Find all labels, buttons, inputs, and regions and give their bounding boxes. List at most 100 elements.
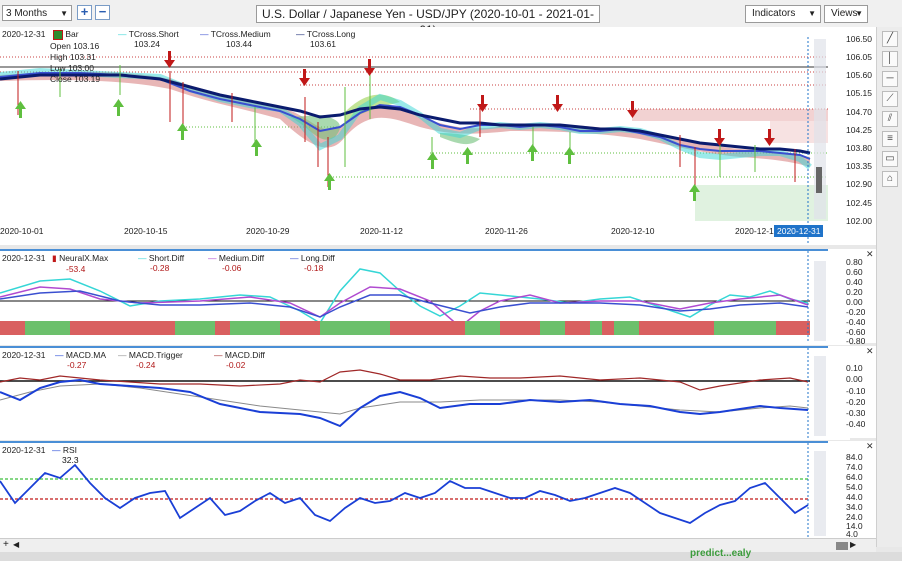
long-diff-legend: — Long.Diff -0.18 [290,253,335,273]
y-tick: 106.50 [846,34,872,44]
neural-panel[interactable]: 2020-12-31 ▮ NeuralX.Max -53.4 — Short.D… [0,249,850,345]
macd-trigger-label: MACD.Trigger [128,350,183,360]
tcross-long-value: 103.61 [310,39,336,49]
x-date: 2020-12-10 [611,226,655,236]
indicators-dropdown[interactable]: Indicators ▼ [745,5,821,23]
add-chart-button[interactable]: + [77,5,92,20]
horizontal-line-tool-icon[interactable]: ─ [882,71,898,87]
tcross-medium-legend: — TCross.Medium 103.44 [200,29,271,49]
line-swatch-icon: — [52,445,61,455]
indicators-label: Indicators [752,8,796,19]
rsi-chart [0,443,826,538]
legend-date: 2020-12-31 [2,29,46,39]
resistance-zone [632,109,828,121]
line-swatch-icon: — [118,29,127,39]
ray-tool-icon[interactable]: ⟋ [882,91,898,107]
views-label: Views [831,8,858,19]
y-tick: 102.90 [846,179,872,189]
expand-icon[interactable]: + [3,539,9,550]
close-icon[interactable]: ✕ [866,249,874,260]
y-tick: 44.0 [846,492,863,502]
medium-diff-label: Medium.Diff [218,253,265,263]
macd-ma-legend: — MACD.MA -0.27 [55,350,106,370]
channel-tool-icon[interactable]: ⫽ [882,111,898,127]
rsi-value: 32.3 [62,455,79,465]
y-tick: -0.80 [846,336,866,346]
tcross-short-label: TCross.Short [128,29,179,39]
open-label: Open [50,41,71,51]
scroll-right-icon[interactable]: ▶ [850,540,856,549]
macd-diff-legend: — MACD.Diff -0.02 [214,350,265,370]
long-diff-value: -0.18 [304,263,324,273]
y-tick: -0.20 [846,307,866,317]
x-date: 2020-10-15 [124,226,168,236]
views-dropdown[interactable]: Views ▼ [824,5,868,23]
tcross-short-legend: — TCross.Short 103.24 [118,29,179,49]
rsi-y-axis[interactable]: ✕ 84.0 74.0 64.0 54.0 44.0 34.0 24.0 14.… [828,441,878,539]
ohlc-readout: Open 103.16 High 103.31 Low 103.00 Close… [50,41,100,85]
y-tick: 105.60 [846,70,872,80]
annotation-tool-icon[interactable]: ⌂ [882,171,898,187]
current-date-flag: 2020-12-31 [774,225,824,237]
price-y-axis[interactable]: 106.50 106.05 105.60 105.15 104.70 104.2… [828,27,878,245]
neural-bars [0,321,810,335]
y-tick: 0.20 [846,287,863,297]
y-tick: 84.0 [846,452,863,462]
macd-diff-label: MACD.Diff [224,350,265,360]
macd-panel[interactable]: 2020-12-31 — MACD.MA -0.27 — MACD.Trigge… [0,346,850,440]
y-tick: 34.0 [846,502,863,512]
line-swatch-icon: — [138,253,147,263]
tcross-medium-label: TCross.Medium [210,29,271,39]
y-tick: 74.0 [846,462,863,472]
y-tick: 104.25 [846,125,872,135]
vertical-line-tool-icon[interactable]: │ [882,51,898,67]
close-label: Close [50,74,72,84]
rsi-legend-date: 2020-12-31 [2,445,46,455]
y-tick: 106.05 [846,52,872,62]
status-bar: predict...ealy [0,548,902,561]
line-swatch-icon: — [290,253,299,263]
chevron-down-icon: ▼ [808,9,816,18]
tcross-long-legend: — TCross.Long 103.61 [296,29,355,49]
neural-chart [0,251,826,343]
scroll-left-icon[interactable]: ◀ [13,540,19,549]
y-tick: 102.45 [846,198,872,208]
close-value: 103.19 [74,74,101,84]
rsi-panel[interactable]: 2020-12-31 — RSI 32.3 [0,441,850,540]
price-panel[interactable]: 2020-12-31 Bar Open 103.16 High 103.31 L… [0,27,850,245]
y-tick: 0.00 [846,374,863,384]
y-tick: 102.00 [846,216,872,226]
tcross-long-label: TCross.Long [306,29,356,39]
x-date: 2020-11-26 [485,226,528,236]
bar-legend-label: Bar [65,29,79,39]
y-tick: 0.80 [846,257,863,267]
y-tick: -0.30 [846,408,866,418]
chevron-down-icon: ▼ [855,9,863,18]
rectangle-tool-icon[interactable]: ▭ [882,151,898,167]
y-tick: 105.15 [846,88,872,98]
y-tick: -0.20 [846,397,866,407]
y-tick: 64.0 [846,472,863,482]
close-icon[interactable]: ✕ [866,441,874,452]
bar-swatch-icon: ▮ [52,253,57,263]
y-tick: -0.40 [846,317,866,327]
rsi-legend: — RSI 32.3 [52,445,79,465]
scroll-thumb[interactable] [836,542,848,550]
macd-ma-value: -0.27 [67,360,87,370]
open-value: 103.16 [73,41,100,51]
trendline-tool-icon[interactable]: ╱ [882,31,898,47]
remove-chart-button[interactable]: − [95,5,110,20]
y-tick: 0.40 [846,277,863,287]
neural-y-axis[interactable]: ✕ 0.80 0.60 0.40 0.20 0.00 -0.20 -0.40 -… [828,249,878,346]
x-date: 2020-10-29 [246,226,290,236]
macd-y-axis[interactable]: ✕ 0.10 0.00 -0.10 -0.20 -0.30 -0.40 [828,346,878,438]
rsi-label: RSI [62,445,78,455]
y-tick: -0.10 [846,386,866,396]
fibonacci-tool-icon[interactable]: ≡ [882,131,898,147]
macd-ma-label: MACD.MA [65,350,107,360]
short-diff-legend: — Short.Diff -0.28 [138,253,184,273]
watermark-logo: predict...ealy [690,548,752,559]
range-select[interactable]: 3 Months ▼ [2,5,72,21]
neuralx-value: -53.4 [66,264,86,274]
close-icon[interactable]: ✕ [866,346,874,357]
